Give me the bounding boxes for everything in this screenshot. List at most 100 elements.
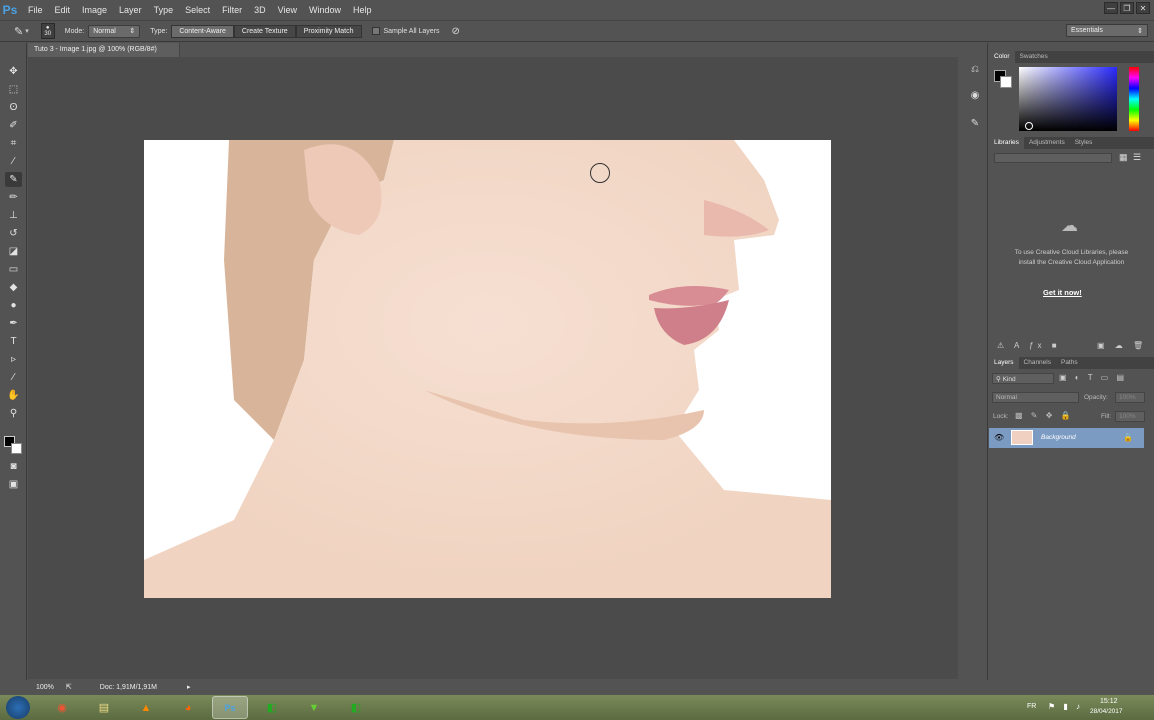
sample-all-layers-checkbox[interactable]: [371, 27, 380, 35]
library-footer-right-icons[interactable]: ▣ ☁ 🗑: [1097, 341, 1147, 350]
menu-view[interactable]: View: [278, 5, 297, 15]
color-field[interactable]: [1019, 67, 1117, 131]
grid-view-icon[interactable]: ▦: [1119, 152, 1128, 162]
document-tab[interactable]: Tuto 3 - Image 1.jpg @ 100% (RGB/8#): [28, 43, 180, 57]
create-texture-button[interactable]: Create Texture: [233, 24, 296, 38]
move-tool-icon[interactable]: ✥: [5, 64, 22, 79]
explorer-icon[interactable]: ▤: [86, 696, 122, 719]
tray-icons[interactable]: ⚑ ▮ ♪: [1048, 702, 1083, 711]
photoshop-taskbar-icon[interactable]: Ps: [212, 696, 248, 719]
fill-input[interactable]: 100%: [1115, 411, 1145, 422]
opacity-input[interactable]: 100%: [1115, 392, 1145, 403]
tab-channels[interactable]: Channels: [1019, 357, 1056, 369]
dodge-tool-icon[interactable]: ●: [5, 298, 22, 313]
menu-bar: Ps File Edit Image Layer Type Select Fil…: [0, 0, 1154, 20]
menu-filter[interactable]: Filter: [222, 5, 242, 15]
firefox-icon[interactable]: ◕: [170, 696, 206, 719]
menu-layer[interactable]: Layer: [119, 5, 142, 15]
pen-tool-icon[interactable]: ✒: [5, 316, 22, 331]
clock-time: 15:12: [1100, 698, 1118, 705]
layer-row-background[interactable]: 👁 Background 🔒: [989, 428, 1144, 448]
type-tool-icon[interactable]: T: [5, 334, 22, 349]
layer-thumbnail: [1011, 430, 1033, 445]
blur-tool-icon[interactable]: ◆: [5, 280, 22, 295]
content-aware-button[interactable]: Content-Aware: [171, 24, 234, 38]
lasso-tool-icon[interactable]: ʘ: [5, 100, 22, 115]
pressure-icon[interactable]: ⊘: [452, 26, 460, 37]
tab-swatches[interactable]: Swatches: [1015, 51, 1053, 63]
tab-color[interactable]: Color: [989, 51, 1015, 63]
hand-tool-icon[interactable]: ✋: [5, 388, 22, 403]
tab-layers[interactable]: Layers: [989, 357, 1019, 369]
maximize-button[interactable]: ❐: [1120, 2, 1134, 14]
language-indicator[interactable]: FR: [1027, 703, 1036, 710]
document-title: Tuto 3 - Image 1.jpg @ 100% (RGB/8#): [34, 46, 157, 53]
marquee-tool-icon[interactable]: ⬚: [5, 82, 22, 97]
menu-select[interactable]: Select: [185, 5, 210, 15]
vlc-icon[interactable]: ▲: [128, 696, 164, 719]
collapsed-panels: ⎌ ◉ ✎: [961, 43, 988, 680]
list-view-icon[interactable]: ☰: [1133, 152, 1142, 162]
recorder-icon[interactable]: ◧: [338, 696, 374, 719]
screen-mode-icon[interactable]: ▣: [5, 477, 22, 492]
quick-select-tool-icon[interactable]: ✐: [5, 118, 22, 133]
lock-icons[interactable]: ▩ ✎ ✥ 🔒: [1015, 411, 1074, 420]
library-select[interactable]: [994, 153, 1112, 163]
menu-image[interactable]: Image: [82, 5, 107, 15]
menu-file[interactable]: File: [28, 5, 43, 15]
brush-tool-icon[interactable]: ✏: [5, 190, 22, 205]
healing-brush-icon[interactable]: ✎: [14, 25, 23, 38]
minimize-button[interactable]: —: [1104, 2, 1118, 14]
crop-tool-icon[interactable]: ⌗: [5, 136, 22, 151]
tool-preset-arrow-icon[interactable]: ▾: [25, 27, 29, 35]
eraser-tool-icon[interactable]: ◪: [5, 244, 22, 259]
menu-help[interactable]: Help: [353, 5, 372, 15]
blend-mode-select[interactable]: Normal: [992, 392, 1079, 403]
background-color-chip[interactable]: [1000, 76, 1012, 88]
document-image[interactable]: [144, 140, 831, 598]
layer-name[interactable]: Background: [1041, 434, 1076, 441]
library-footer-icons[interactable]: ⚠ A ƒx ■: [997, 341, 1061, 350]
brush-panel-icon[interactable]: ✎: [967, 115, 983, 131]
layer-filter-select[interactable]: ⚲ Kind: [992, 373, 1054, 384]
menu-edit[interactable]: Edit: [55, 5, 71, 15]
path-select-tool-icon[interactable]: ▹: [5, 352, 22, 367]
status-bar: 100% ⇱ Doc: 1,91M/1,91M ▸: [28, 679, 958, 695]
zoom-tool-icon[interactable]: ⚲: [5, 406, 22, 421]
gradient-tool-icon[interactable]: ▭: [5, 262, 22, 277]
tab-paths[interactable]: Paths: [1056, 357, 1083, 369]
tab-adjustments[interactable]: Adjustments: [1024, 137, 1070, 149]
zoom-level[interactable]: 100%: [36, 684, 54, 691]
get-it-now-link[interactable]: Get it now!: [1043, 288, 1082, 297]
history-brush-tool-icon[interactable]: ↺: [5, 226, 22, 241]
quick-mask-icon[interactable]: ◙: [5, 459, 22, 474]
clone-stamp-tool-icon[interactable]: ⊥: [5, 208, 22, 223]
healing-brush-tool-icon[interactable]: ✎: [5, 172, 22, 187]
history-panel-icon[interactable]: ⎌: [967, 61, 983, 77]
close-button[interactable]: ✕: [1136, 2, 1150, 14]
proximity-match-button[interactable]: Proximity Match: [295, 24, 362, 38]
start-button[interactable]: [6, 696, 30, 719]
line-tool-icon[interactable]: ∕: [5, 370, 22, 385]
tab-styles[interactable]: Styles: [1070, 137, 1098, 149]
lock-label: Lock:: [993, 413, 1009, 420]
export-icon[interactable]: ⇱: [66, 683, 72, 691]
app-icon[interactable]: ▼: [296, 696, 332, 719]
mode-select[interactable]: Normal ⇕: [88, 24, 141, 38]
eyedropper-tool-icon[interactable]: ⁄: [5, 154, 22, 169]
tab-libraries[interactable]: Libraries: [989, 137, 1024, 149]
workspace-select[interactable]: Essentials ⇕: [1066, 24, 1148, 37]
status-menu-arrow-icon[interactable]: ▸: [187, 683, 191, 691]
brush-size-picker[interactable]: ● 30: [40, 23, 55, 39]
properties-panel-icon[interactable]: ◉: [967, 87, 983, 103]
layer-filter-icons[interactable]: ▣ ◐ T ▭ ▤: [1059, 373, 1127, 382]
type-label: Type:: [150, 27, 168, 35]
camtasia-icon[interactable]: ◧: [254, 696, 290, 719]
visibility-eye-icon[interactable]: 👁: [994, 433, 1004, 442]
hue-slider[interactable]: [1129, 67, 1139, 131]
menu-window[interactable]: Window: [309, 5, 341, 15]
background-color-swatch[interactable]: [11, 443, 22, 454]
chrome-icon[interactable]: ◉: [44, 696, 80, 719]
menu-type[interactable]: Type: [154, 5, 174, 15]
menu-3d[interactable]: 3D: [254, 5, 266, 15]
